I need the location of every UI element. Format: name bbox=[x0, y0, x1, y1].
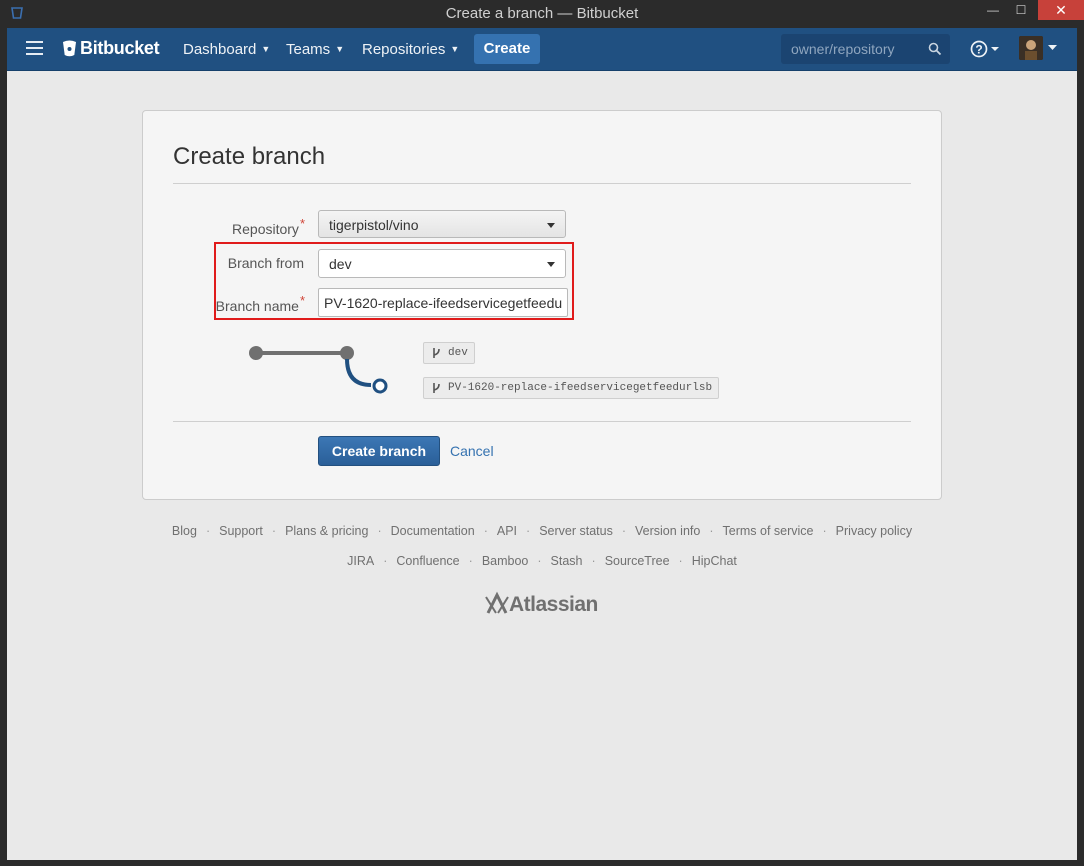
footer-products: JIRA · Confluence · Bamboo · Stash · SourceTree ·… bbox=[7, 554, 1077, 568]
bitbucket-bucket-icon bbox=[63, 40, 76, 57]
nav-dashboard[interactable]: Dashboard ▼ bbox=[183, 41, 270, 58]
footer-link[interactable]: SourceTree bbox=[605, 554, 670, 568]
branch-name-input[interactable] bbox=[318, 288, 568, 317]
footer-link[interactable]: API bbox=[497, 524, 517, 538]
repository-search bbox=[781, 34, 950, 64]
footer-link[interactable]: Support bbox=[219, 524, 263, 538]
footer-separator: · bbox=[483, 524, 488, 538]
footer-separator: · bbox=[678, 554, 683, 568]
footer-link[interactable]: Version info bbox=[635, 524, 700, 538]
required-marker: * bbox=[299, 293, 305, 308]
footer-link[interactable]: Confluence bbox=[396, 554, 459, 568]
repository-select-value: tigerpistol/vino bbox=[329, 217, 419, 233]
create-branch-button[interactable]: Create branch bbox=[318, 436, 440, 466]
window-title: Create a branch — Bitbucket bbox=[445, 5, 639, 22]
user-menu[interactable] bbox=[1019, 36, 1059, 62]
window-titlebar: Create a branch — Bitbucket — ☐ ✕ bbox=[0, 0, 1084, 28]
nav-teams[interactable]: Teams ▼ bbox=[286, 41, 344, 58]
footer-separator: · bbox=[271, 524, 277, 538]
branch-diagram-icon bbox=[249, 346, 388, 394]
help-menu[interactable]: ? bbox=[970, 39, 1004, 59]
branch-from-select[interactable]: dev bbox=[318, 249, 566, 278]
new-branch-name: PV-1620-replace-ifeedservicegetfeedurlsb bbox=[448, 382, 713, 394]
logo-text: Bitbucket bbox=[80, 38, 160, 58]
footer-link[interactable]: Privacy policy bbox=[836, 524, 912, 538]
branch-from-select-value: dev bbox=[329, 256, 352, 272]
repository-label: Repository* bbox=[173, 216, 305, 237]
footer-separator: · bbox=[468, 554, 473, 568]
repository-label-text: Repository bbox=[232, 221, 299, 237]
user-avatar-icon bbox=[1019, 36, 1043, 60]
page-title: Create branch bbox=[173, 143, 326, 170]
required-marker: * bbox=[299, 216, 305, 231]
chevron-down-icon: ▼ bbox=[261, 44, 271, 54]
footer-separator: · bbox=[383, 554, 388, 568]
search-input[interactable] bbox=[781, 34, 931, 64]
bitbucket-logo[interactable]: Bitbucket bbox=[62, 38, 160, 60]
footer-separator: · bbox=[205, 524, 211, 538]
avatar bbox=[1019, 36, 1043, 60]
window-minimize-button[interactable]: — bbox=[978, 0, 1008, 20]
footer-links: Blog · Support · Plans & pricing · Documentati… bbox=[7, 524, 1077, 538]
footer-link[interactable]: Server status bbox=[539, 524, 613, 538]
footer-link[interactable]: Blog bbox=[172, 524, 197, 538]
nav-repositories[interactable]: Repositories ▼ bbox=[362, 41, 459, 58]
window-maximize-button[interactable]: ☐ bbox=[1006, 0, 1036, 20]
browser-client-area: Bitbucket Dashboard ▼ Teams ▼ Repositories… bbox=[7, 28, 1077, 860]
footer-link[interactable]: Bamboo bbox=[482, 554, 529, 568]
atlassian-logo-text: Atlassian bbox=[509, 593, 598, 616]
help-icon: ? bbox=[970, 40, 999, 58]
menu-icon[interactable] bbox=[26, 41, 43, 55]
atlassian-logo-icon bbox=[485, 591, 509, 614]
chevron-down-icon: ▼ bbox=[335, 44, 345, 54]
branch-name-label: Branch name* bbox=[173, 293, 305, 314]
footer-link[interactable]: Terms of service bbox=[723, 524, 814, 538]
repository-select[interactable]: tigerpistol/vino bbox=[318, 210, 566, 238]
divider bbox=[173, 421, 911, 422]
top-navbar: Bitbucket Dashboard ▼ Teams ▼ Repositories… bbox=[7, 28, 1077, 71]
footer-link[interactable]: Plans & pricing bbox=[285, 524, 368, 538]
footer-separator: · bbox=[709, 524, 714, 538]
footer-separator: · bbox=[526, 524, 531, 538]
new-branch-tag: PV-1620-replace-ifeedservicegetfeedurlsb bbox=[423, 377, 720, 399]
footer-separator: · bbox=[621, 524, 626, 538]
divider bbox=[173, 183, 911, 184]
dropdown-arrow-icon bbox=[547, 223, 555, 228]
footer-link[interactable]: JIRA bbox=[347, 554, 374, 568]
branch-icon bbox=[433, 348, 440, 358]
create-branch-panel: Create branch Repository* tigerpistol/vi… bbox=[142, 110, 942, 500]
dropdown-arrow-icon bbox=[547, 262, 555, 267]
nav-dashboard-label: Dashboard bbox=[183, 41, 257, 58]
nav-teams-label: Teams bbox=[286, 41, 331, 58]
branch-from-label: Branch from bbox=[227, 255, 304, 271]
svg-text:?: ? bbox=[975, 43, 982, 57]
footer-separator: · bbox=[822, 524, 827, 538]
nav-repositories-label: Repositories bbox=[362, 41, 446, 58]
footer-link[interactable]: HipChat bbox=[692, 554, 737, 568]
source-branch-name: dev bbox=[448, 347, 468, 359]
create-button[interactable]: Create bbox=[474, 34, 540, 64]
branch-icon bbox=[433, 383, 440, 393]
footer-separator: · bbox=[537, 554, 542, 568]
footer-separator: · bbox=[591, 554, 596, 568]
branch-name-label-text: Branch name bbox=[215, 298, 299, 314]
chevron-down-icon bbox=[1048, 45, 1057, 50]
cancel-link[interactable]: Cancel bbox=[450, 443, 494, 459]
window-close-button[interactable]: ✕ bbox=[1038, 0, 1084, 20]
footer-separator: · bbox=[377, 524, 382, 538]
footer-link[interactable]: Stash bbox=[551, 554, 583, 568]
chevron-down-icon: ▼ bbox=[450, 44, 460, 54]
source-branch-tag: dev bbox=[423, 342, 475, 364]
search-icon[interactable] bbox=[928, 42, 942, 56]
atlassian-logo[interactable]: Atlassian bbox=[485, 591, 598, 619]
footer-link[interactable]: Documentation bbox=[391, 524, 475, 538]
